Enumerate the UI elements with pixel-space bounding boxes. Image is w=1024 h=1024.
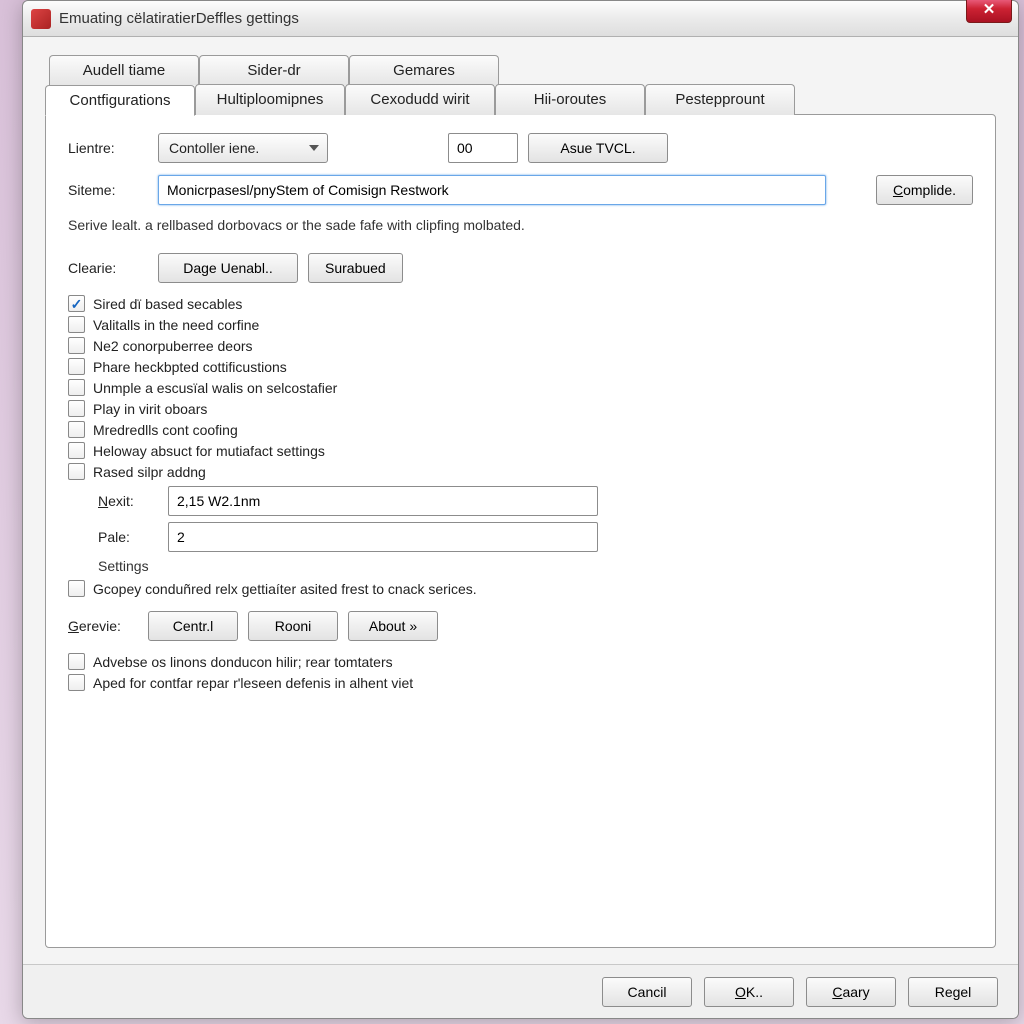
titlebar: Emuating cëlatiratierDeffles gettings ✕ <box>23 1 1018 37</box>
check-sired: Sired dï based secables <box>68 295 973 312</box>
check-play: Play in virit oboars <box>68 400 973 417</box>
row-siteme: Siteme: Complide. <box>68 175 973 205</box>
carry-button[interactable]: Caary <box>806 977 896 1007</box>
tab-sider[interactable]: Sider-dr <box>199 55 349 85</box>
dialog-footer: Cancil OK.. Caary Regel <box>23 964 1018 1018</box>
close-icon: ✕ <box>983 1 996 18</box>
check-advebse: Advebse os linons donducon hilir; rear t… <box>68 653 973 670</box>
check-unmple: Unmple a escusïal walis on selcostafier <box>68 379 973 396</box>
tab-audell[interactable]: Audell tiame <box>49 55 199 85</box>
pale-input[interactable] <box>168 522 598 552</box>
close-button[interactable]: ✕ <box>966 0 1012 23</box>
row-nexit: Nexit: <box>98 486 973 516</box>
complide-button[interactable]: Complide. <box>876 175 973 205</box>
row-gerevie: Gerevie: Centr.l Rooni About » <box>68 611 973 641</box>
checkbox-label: Rased silpr addng <box>93 464 206 480</box>
settings-label: Settings <box>98 558 973 574</box>
checkbox-label: Heloway absuct for mutiafact settings <box>93 443 325 459</box>
checkbox[interactable] <box>68 400 85 417</box>
checkbox[interactable] <box>68 358 85 375</box>
clearie-label: Clearie: <box>68 260 148 276</box>
check-aped: Aped for contfar repar r'leseen defenis … <box>68 674 973 691</box>
checkbox[interactable] <box>68 580 85 597</box>
nexit-input[interactable] <box>168 486 598 516</box>
lientre-label: Lientre: <box>68 140 148 156</box>
rooni-button[interactable]: Rooni <box>248 611 338 641</box>
checkbox-label: Unmple a escusïal walis on selcostafier <box>93 380 337 396</box>
lientre-select[interactable]: Contoller iene. <box>158 133 328 163</box>
tab-gemares[interactable]: Gemares <box>349 55 499 85</box>
checkbox-label: Valitalls in the need corfine <box>93 317 259 333</box>
check-phare: Phare heckbpted cottificustions <box>68 358 973 375</box>
pale-label: Pale: <box>98 529 158 545</box>
checkbox-label: Gcopey conduñred relx gettiaíter asited … <box>93 581 477 597</box>
lientre-select-value: Contoller iene. <box>169 140 259 156</box>
regel-button[interactable]: Regel <box>908 977 998 1007</box>
checkbox[interactable] <box>68 674 85 691</box>
app-icon <box>31 9 51 29</box>
dialog-window: Emuating cëlatiratierDeffles gettings ✕ … <box>22 0 1019 1019</box>
tab-pestep[interactable]: Pestepprount <box>645 84 795 115</box>
centrl-button[interactable]: Centr.l <box>148 611 238 641</box>
tab-hultip[interactable]: Hultiploomipnes <box>195 84 345 115</box>
checkbox[interactable] <box>68 421 85 438</box>
tab-cexodud[interactable]: Cexodudd wirit <box>345 84 495 115</box>
num-input[interactable] <box>448 133 518 163</box>
siteme-input[interactable] <box>158 175 826 205</box>
window-title: Emuating cëlatiratierDeffles gettings <box>59 10 1012 27</box>
chevron-down-icon <box>309 145 319 151</box>
dage-uenabl-button[interactable]: Dage Uenabl.. <box>158 253 298 283</box>
checkbox-label: Advebse os linons donducon hilir; rear t… <box>93 654 393 670</box>
checkbox[interactable] <box>68 653 85 670</box>
check-rased: Rased silpr addng <box>68 463 973 480</box>
checkbox[interactable] <box>68 295 85 312</box>
checkbox[interactable] <box>68 379 85 396</box>
checkbox-label: Sired dï based secables <box>93 296 242 312</box>
check-gcopey: Gcopey conduñred relx gettiaíter asited … <box>68 580 973 597</box>
checkbox[interactable] <box>68 337 85 354</box>
check-ne2: Ne2 conorpuberree deors <box>68 337 973 354</box>
surabued-button[interactable]: Surabued <box>308 253 403 283</box>
about-button[interactable]: About » <box>348 611 438 641</box>
tab-row-upper: Audell tiame Sider-dr Gemares <box>49 55 996 85</box>
checkbox-label: Mredredlls cont coofing <box>93 422 238 438</box>
tabs-shell: Audell tiame Sider-dr Gemares Contfigura… <box>45 55 996 948</box>
checkbox-label: Aped for contfar repar r'leseen defenis … <box>93 675 413 691</box>
check-heloway: Heloway absuct for mutiafact settings <box>68 442 973 459</box>
cancel-button[interactable]: Cancil <box>602 977 692 1007</box>
help-text: Serive lealt. a rellbased dorbovacs or t… <box>68 217 973 233</box>
ok-button[interactable]: OK.. <box>704 977 794 1007</box>
tab-panel-configurations: Lientre: Contoller iene. Asue TVCL. Site… <box>45 114 996 948</box>
checkbox[interactable] <box>68 442 85 459</box>
check-valitalls: Valitalls in the need corfine <box>68 316 973 333</box>
checkbox-group: Sired dï based secables Valitalls in the… <box>68 295 973 480</box>
asue-button[interactable]: Asue TVCL. <box>528 133 668 163</box>
tab-hiioroutes[interactable]: Hii-oroutes <box>495 84 645 115</box>
nexit-label: Nexit: <box>98 493 158 509</box>
row-pale: Pale: <box>98 522 973 552</box>
dialog-body: Audell tiame Sider-dr Gemares Contfigura… <box>23 37 1018 964</box>
siteme-label: Siteme: <box>68 182 148 198</box>
row-clearie: Clearie: Dage Uenabl.. Surabued <box>68 253 973 283</box>
checkbox-label: Ne2 conorpuberree deors <box>93 338 253 354</box>
checkbox-label: Phare heckbpted cottificustions <box>93 359 287 375</box>
checkbox[interactable] <box>68 463 85 480</box>
checkbox[interactable] <box>68 316 85 333</box>
row-lientre: Lientre: Contoller iene. Asue TVCL. <box>68 133 973 163</box>
gerevie-label: Gerevie: <box>68 618 138 634</box>
checkbox-label: Play in virit oboars <box>93 401 207 417</box>
tab-configurations[interactable]: Contfigurations <box>45 85 195 116</box>
tab-row-lower: Contfigurations Hultiploomipnes Cexodudd… <box>45 84 996 115</box>
check-mredredlls: Mredredlls cont coofing <box>68 421 973 438</box>
